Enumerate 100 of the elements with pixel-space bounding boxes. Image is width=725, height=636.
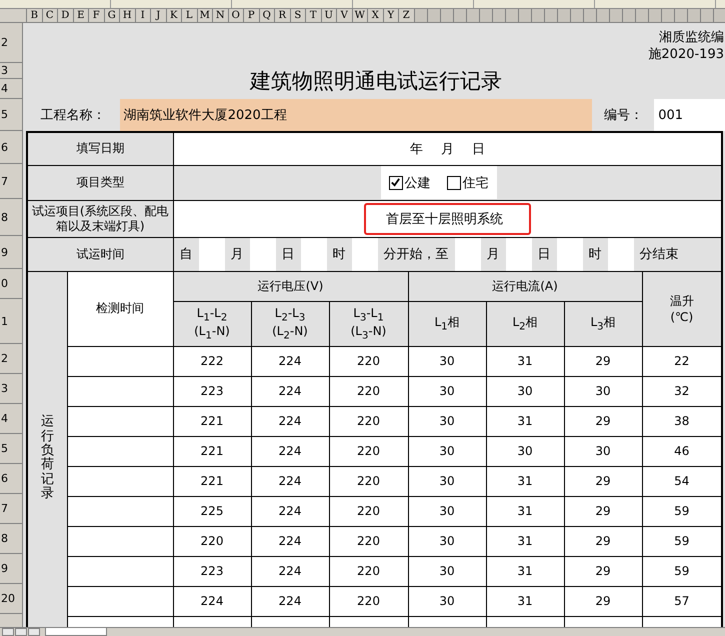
table-cell: 38 [642, 406, 722, 436]
column-header[interactable] [480, 9, 492, 22]
row-header[interactable]: 2 [0, 344, 22, 374]
row-header[interactable]: 20 [0, 584, 22, 614]
item-label: 试运项目(系统区段、配电箱以及末端灯具) [27, 200, 173, 237]
column-header[interactable]: D [58, 9, 74, 22]
column-header[interactable]: M [198, 9, 213, 22]
row-header[interactable]: 1 [0, 299, 22, 344]
table-cell: 223 [173, 376, 251, 406]
row-header[interactable]: 5 [0, 99, 22, 131]
column-header[interactable]: I [136, 9, 151, 22]
row-header[interactable]: 5 [0, 434, 22, 464]
table-cell: 225 [173, 496, 251, 526]
number-label: 编号： [602, 107, 644, 125]
column-header[interactable]: W [352, 9, 368, 22]
row-header[interactable]: 4 [0, 79, 22, 99]
column-header[interactable] [596, 9, 610, 22]
row-header[interactable]: 3 [0, 374, 22, 404]
column-header[interactable] [544, 9, 558, 22]
column-header[interactable] [636, 9, 648, 22]
column-header[interactable]: T [306, 9, 322, 22]
table-cell: 31 [486, 346, 564, 376]
column-header[interactable] [570, 9, 584, 22]
table-cell: 31 [486, 406, 564, 436]
column-header[interactable]: L [182, 9, 198, 22]
row-header[interactable]: 4 [0, 404, 22, 434]
column-heading: 运行电压(V) [173, 271, 408, 301]
column-header[interactable]: S [290, 9, 306, 22]
column-heading: L$_{1}$-L$_{2}$ (L$_{1}$-N) [173, 301, 251, 346]
column-header[interactable] [518, 9, 532, 22]
column-header[interactable] [674, 9, 688, 22]
row-header[interactable]: 0 [0, 269, 22, 299]
date-label: 填写日期 [27, 132, 173, 165]
column-header[interactable] [648, 9, 662, 22]
column-header[interactable] [440, 9, 454, 22]
table-cell: 29 [564, 586, 642, 616]
column-header[interactable]: E [74, 9, 89, 22]
column-header[interactable] [662, 9, 674, 22]
column-header[interactable] [558, 9, 570, 22]
table-cell: 59 [642, 526, 722, 556]
column-header[interactable]: C [42, 9, 58, 22]
column-header[interactable] [492, 9, 506, 22]
column-header[interactable]: N [213, 9, 228, 22]
column-header[interactable] [688, 9, 700, 22]
row-header[interactable]: 3 [0, 63, 22, 79]
row-header[interactable]: 2 [0, 23, 22, 63]
column-header[interactable]: R [275, 9, 290, 22]
table-cell: 220 [173, 526, 251, 556]
row-header[interactable]: 7 [0, 164, 22, 199]
checkbox[interactable] [388, 176, 402, 190]
column-header[interactable]: V [337, 9, 352, 22]
row-header[interactable]: 8 [0, 199, 22, 236]
column-header[interactable] [622, 9, 636, 22]
column-header[interactable] [506, 9, 518, 22]
table-cell: 30 [408, 526, 486, 556]
column-header[interactable] [610, 9, 622, 22]
column-header[interactable] [532, 9, 544, 22]
column-header[interactable] [454, 9, 466, 22]
table-cell: 220 [329, 376, 408, 406]
table-cell: 30 [408, 346, 486, 376]
row-header[interactable]: 8 [0, 524, 22, 554]
table-cell: 54 [642, 466, 722, 496]
column-header[interactable] [584, 9, 596, 22]
checkbox[interactable] [446, 176, 460, 190]
column-header[interactable]: J [151, 9, 166, 22]
table-cell: 220 [329, 346, 408, 376]
column-header[interactable]: U [322, 9, 337, 22]
column-header[interactable]: X [368, 9, 384, 22]
row-header[interactable]: 6 [0, 464, 22, 494]
column-header[interactable]: P [244, 9, 260, 22]
table-cell: 59 [642, 496, 722, 526]
column-header[interactable]: G [104, 9, 120, 22]
sheet-nav-button[interactable] [15, 628, 27, 636]
date-field[interactable]: 年 月 日 [173, 132, 722, 165]
column-header[interactable] [714, 9, 725, 22]
column-header[interactable] [428, 9, 440, 22]
row-header[interactable]: 9 [0, 236, 22, 269]
number-field[interactable]: 001 [654, 99, 725, 131]
row-header[interactable]: 6 [0, 131, 22, 164]
table-cell: 30 [408, 556, 486, 586]
column-header[interactable]: F [89, 9, 104, 22]
sheet-tab[interactable] [45, 628, 107, 636]
row-header[interactable]: 7 [0, 494, 22, 524]
column-header[interactable]: Q [260, 9, 275, 22]
column-header[interactable]: K [166, 9, 182, 22]
column-heading: L$_{2}$-L$_{3}$ (L$_{2}$-N) [251, 301, 329, 346]
sheet-nav-button[interactable] [2, 628, 14, 636]
column-header[interactable]: Y [384, 9, 399, 22]
column-header[interactable] [466, 9, 480, 22]
column-header[interactable]: O [228, 9, 244, 22]
table-cell: 220 [329, 526, 408, 556]
column-header[interactable]: B [27, 9, 42, 22]
item-field[interactable]: 首层至十层照明系统 [364, 202, 531, 234]
column-header[interactable] [700, 9, 714, 22]
column-header[interactable]: H [120, 9, 136, 22]
project-name-field[interactable]: 湖南筑业软件大厦2020工程 [120, 99, 592, 131]
sheet-nav-button[interactable] [28, 628, 40, 636]
column-header[interactable] [414, 9, 428, 22]
row-header[interactable]: 9 [0, 554, 22, 584]
table-cell: 46 [642, 436, 722, 466]
